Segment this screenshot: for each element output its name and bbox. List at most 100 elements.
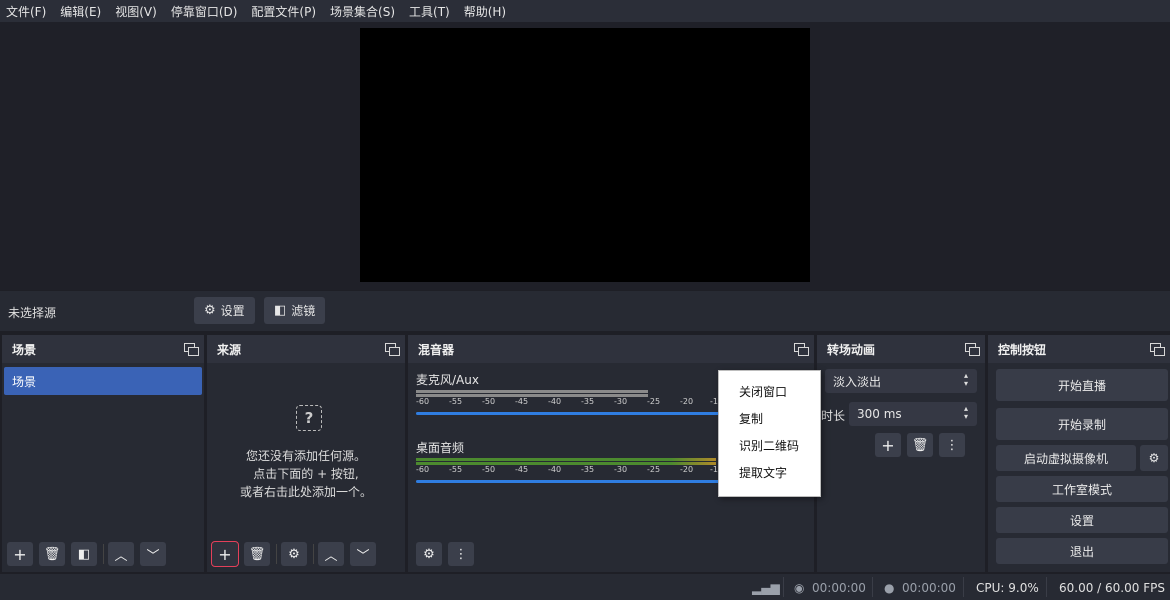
mixer-menu-button[interactable]: ⋮ <box>448 542 474 566</box>
tick: -50 <box>482 397 496 406</box>
signal-icon: ▂▄▆ <box>752 581 780 595</box>
duration-label: 时长 <box>821 409 846 423</box>
controls-dock: 控制按钮 开始直播 开始录制 启动虚拟摄像机 ⚙ 工作室模式 设置 退出 <box>988 335 1170 572</box>
record-icon: ● <box>884 581 895 595</box>
gear-icon: ⚙ <box>288 546 300 562</box>
tick: -25 <box>647 397 661 406</box>
gears-icon: ⚙ <box>423 546 435 562</box>
tick: -55 <box>449 465 463 474</box>
trash-icon: 🗑 <box>911 437 929 453</box>
mixer-title: 混音器 <box>418 342 455 357</box>
add-source-button[interactable]: + <box>211 541 239 567</box>
start-stream-button[interactable]: 开始直播 <box>996 369 1168 401</box>
menu-docks[interactable]: 停靠窗口(D) <box>171 3 238 20</box>
advanced-audio-button[interactable]: ⚙ <box>416 542 442 566</box>
menu-profile[interactable]: 配置文件(P) <box>251 3 316 20</box>
empty-line-3: 或者右击此处添加一个。 <box>239 485 372 499</box>
scenes-footer: + 🗑 ◧ ︿ ﹀ <box>2 536 204 572</box>
undock-icon[interactable] <box>184 343 199 356</box>
tick: -50 <box>482 465 496 474</box>
transitions-title: 转场动画 <box>827 342 876 357</box>
plus-icon: + <box>881 435 895 455</box>
tick: -60 <box>416 397 430 406</box>
menu-tools[interactable]: 工具(T) <box>409 3 450 20</box>
context-item-copy[interactable]: 复制 <box>719 406 820 433</box>
settings-button[interactable]: 设置 <box>996 507 1168 533</box>
move-scene-up-button[interactable]: ︿ <box>108 542 134 566</box>
source-toolbar: 未选择源 ⚙ 设置 ◧ 滤镜 <box>0 291 1170 331</box>
chevron-updown-icon: ▴ ▾ <box>963 371 968 388</box>
exit-button[interactable]: 退出 <box>996 538 1168 564</box>
undock-icon[interactable] <box>965 343 980 356</box>
start-virtual-cam-button[interactable]: 启动虚拟摄像机 <box>996 445 1136 471</box>
start-record-button[interactable]: 开始录制 <box>996 408 1168 440</box>
divider <box>313 544 314 564</box>
controls-header: 控制按钮 <box>988 335 1170 363</box>
tick: -20 <box>680 465 694 474</box>
undock-icon[interactable] <box>794 343 809 356</box>
context-item-extract-text[interactable]: 提取文字 <box>719 460 820 487</box>
source-settings-label: 设置 <box>220 304 245 318</box>
transition-select-value: 淡入淡出 <box>833 374 882 389</box>
source-filters-label: 滤镜 <box>291 304 316 318</box>
add-scene-button[interactable]: + <box>7 542 33 566</box>
gear-icon: ⚙ <box>1148 451 1160 465</box>
move-scene-down-button[interactable]: ﹀ <box>140 542 166 566</box>
controls-title: 控制按钮 <box>998 342 1047 357</box>
virtual-cam-settings-button[interactable]: ⚙ <box>1140 445 1168 471</box>
source-properties-button[interactable]: ⚙ <box>281 542 307 566</box>
filter-icon: ◧ <box>274 303 287 318</box>
studio-mode-button[interactable]: 工作室模式 <box>996 476 1168 502</box>
move-source-up-button[interactable]: ︿ <box>318 542 344 566</box>
scenes-header: 场景 <box>2 335 204 363</box>
chevron-up-icon: ︿ <box>114 548 128 564</box>
menu-file[interactable]: 文件(F) <box>6 3 46 20</box>
mixer-header: 混音器 <box>408 335 814 363</box>
remove-source-button[interactable]: 🗑 <box>244 542 270 566</box>
chevron-up-icon: ︿ <box>324 548 338 564</box>
stream-time: 00:00:00 <box>812 581 866 595</box>
trash-icon: 🗑 <box>43 546 61 562</box>
sources-title: 来源 <box>217 342 242 357</box>
add-transition-button[interactable]: + <box>875 433 901 457</box>
source-filters-button[interactable]: ◧ 滤镜 <box>264 297 326 324</box>
divider <box>963 577 964 597</box>
sources-dock: 来源 ? 您还没有添加任何源。 点击下面的 + 按钮, 或者右击此处添加一个。 … <box>207 335 405 572</box>
tick: -45 <box>515 465 529 474</box>
transition-menu-button[interactable]: ⋮ <box>939 433 965 457</box>
menu-view[interactable]: 视图(V) <box>115 3 157 20</box>
scenes-dock: 场景 场景 + 🗑 ◧ ︿ ﹀ <box>2 335 204 572</box>
menu-bar: 文件(F) 编辑(E) 视图(V) 停靠窗口(D) 配置文件(P) 场景集合(S… <box>0 0 1170 22</box>
tick: -30 <box>614 465 628 474</box>
remove-scene-button[interactable]: 🗑 <box>39 542 65 566</box>
move-source-down-button[interactable]: ﹀ <box>350 542 376 566</box>
transition-select[interactable]: 淡入淡出 ▴ ▾ <box>825 369 977 393</box>
source-settings-button[interactable]: ⚙ 设置 <box>194 297 255 324</box>
duration-spinbox[interactable]: 300 ms ▴ ▾ <box>849 402 977 426</box>
transitions-dock: 转场动画 淡入淡出 ▴ ▾ 时长 300 ms ▴ ▾ + 🗑 ⋮ <box>817 335 985 572</box>
stream-icon: ◉ <box>794 581 805 595</box>
filter-icon: ◧ <box>77 546 91 562</box>
sources-empty-message[interactable]: 您还没有添加任何源。 点击下面的 + 按钮, 或者右击此处添加一个。 <box>207 447 405 501</box>
scene-filters-button[interactable]: ◧ <box>71 542 97 566</box>
status-bar: ▂▄▆ ◉ 00:00:00 ● 00:00:00 CPU: 9.0% 60.0… <box>0 574 1170 600</box>
no-source-label: 未选择源 <box>8 306 57 320</box>
gear-icon: ⚙ <box>204 303 216 318</box>
tick: -30 <box>614 397 628 406</box>
undock-icon[interactable] <box>385 343 400 356</box>
tick: -40 <box>548 465 562 474</box>
context-item-close-window[interactable]: 关闭窗口 <box>719 379 820 406</box>
preview-canvas[interactable] <box>360 28 810 282</box>
scenes-title: 场景 <box>12 342 37 357</box>
scene-list-item[interactable]: 场景 <box>4 367 202 395</box>
context-item-scan-qr[interactable]: 识别二维码 <box>719 433 820 460</box>
menu-scene-collection[interactable]: 场景集合(S) <box>330 3 395 20</box>
remove-transition-button[interactable]: 🗑 <box>907 433 933 457</box>
more-vertical-icon: ⋮ <box>454 546 468 562</box>
record-time: 00:00:00 <box>902 581 956 595</box>
divider <box>872 577 873 597</box>
undock-icon[interactable] <box>1150 343 1165 356</box>
menu-edit[interactable]: 编辑(E) <box>60 3 101 20</box>
menu-help[interactable]: 帮助(H) <box>464 3 506 20</box>
tick: -20 <box>680 397 694 406</box>
